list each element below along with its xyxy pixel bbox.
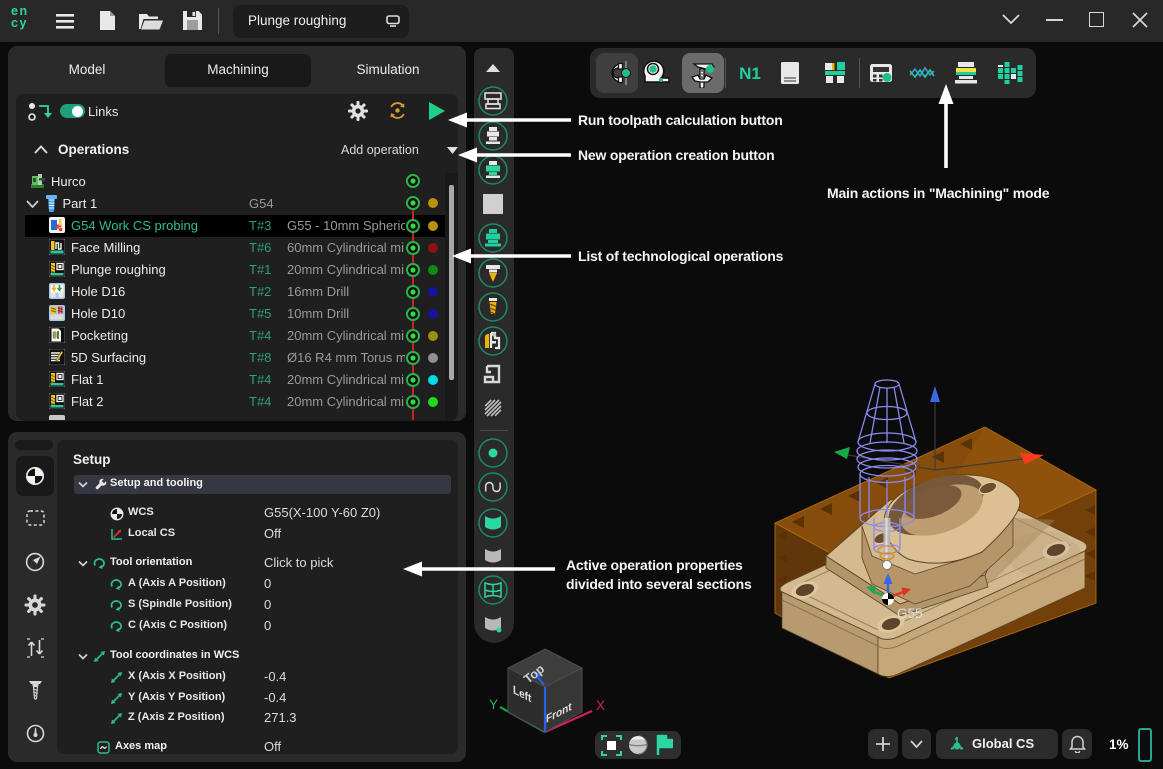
svg-text:X: X <box>596 698 605 713</box>
svg-text:N1: N1 <box>739 64 761 83</box>
svg-text:G55: G55 <box>897 606 923 621</box>
svg-text:Y: Y <box>489 697 498 712</box>
